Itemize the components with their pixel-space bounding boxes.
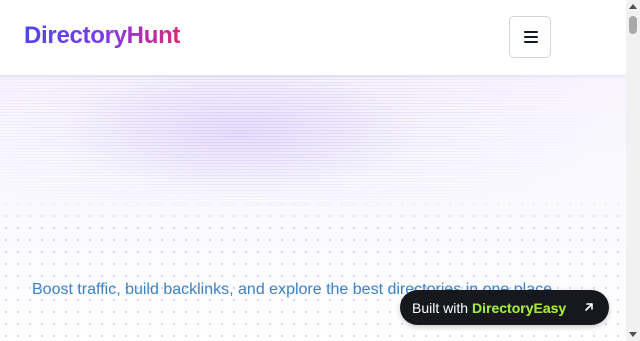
built-with-badge[interactable]: Built with DirectoryEasy bbox=[400, 290, 609, 325]
scroll-down-arrow-icon[interactable] bbox=[629, 332, 637, 337]
site-header: DirectoryHunt bbox=[0, 0, 626, 76]
menu-button[interactable] bbox=[509, 16, 551, 58]
badge-brand: DirectoryEasy bbox=[472, 299, 567, 316]
site-logo[interactable]: DirectoryHunt bbox=[24, 22, 180, 50]
scrollbar-thumb[interactable] bbox=[629, 16, 637, 34]
page-scrollbar[interactable] bbox=[626, 0, 640, 341]
scroll-up-arrow-icon[interactable] bbox=[629, 4, 637, 9]
badge-prefix: Built with bbox=[412, 299, 469, 316]
arrow-up-right-icon bbox=[585, 303, 593, 311]
